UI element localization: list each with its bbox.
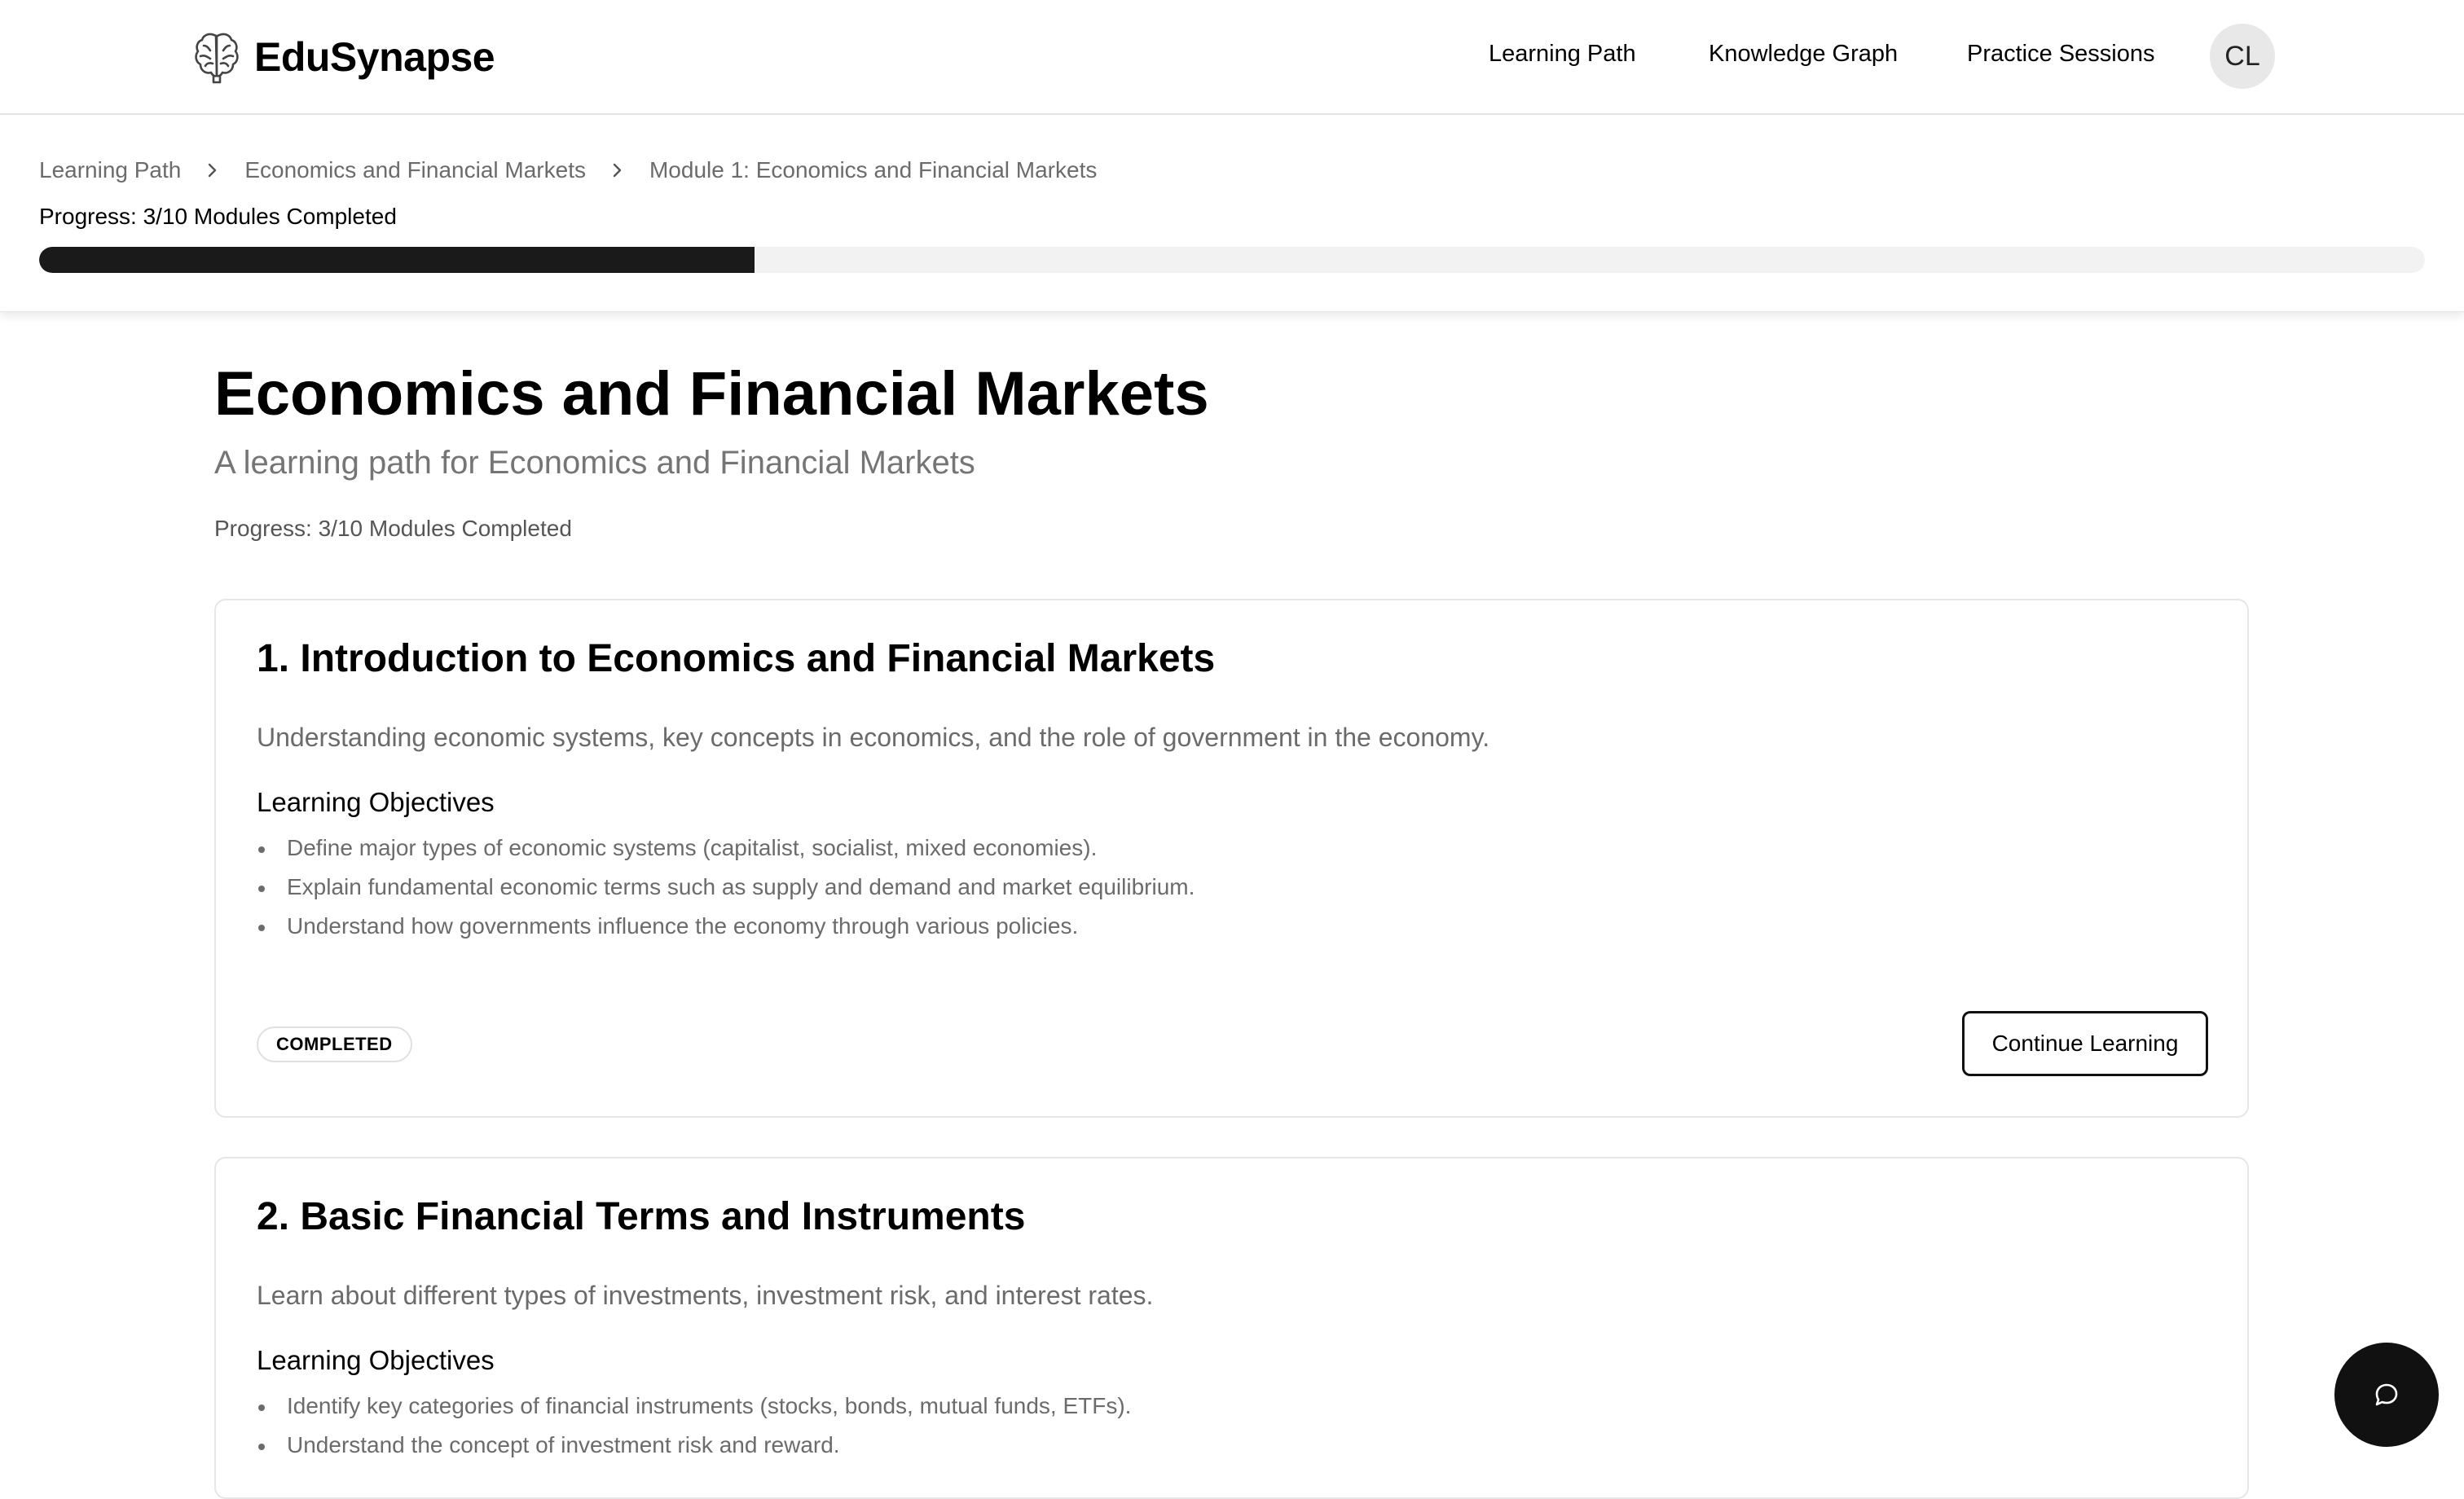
logo-text: EduSynapse [254,34,495,80]
nav-practice-sessions[interactable]: Practice Sessions [1967,41,2155,68]
objectives-list: Identify key categories of financial ins… [257,1393,1131,1471]
top-header: EduSynapse Learning Path Knowledge Graph… [0,0,2464,115]
logo[interactable]: EduSynapse [194,28,495,86]
bullet-icon [258,846,265,853]
bullet-icon [258,886,265,892]
objective-text: Understand how governments influence the… [287,913,1079,939]
objective-item: Define major types of economic systems (… [257,835,1195,874]
breadcrumb-learning-path[interactable]: Learning Path [39,157,181,183]
module-title: 1. Introduction to Economics and Financi… [257,637,1216,680]
page-title: Economics and Financial Markets [214,359,1209,429]
bullet-icon [258,1444,265,1450]
chevron-right-icon [209,163,217,178]
objective-text: Identify key categories of financial ins… [287,1393,1132,1418]
progress-bar-fill [39,247,755,273]
objective-item: Understand the concept of investment ris… [257,1432,1131,1471]
module-card: 1. Introduction to Economics and Financi… [214,599,2249,1118]
bullet-icon [258,925,265,931]
header-progress-text: Progress: 3/10 Modules Completed [39,204,397,229]
objective-item: Understand how governments influence the… [257,913,1195,952]
objectives-heading: Learning Objectives [257,1345,495,1375]
chat-button[interactable] [2334,1343,2439,1447]
continue-learning-button[interactable]: Continue Learning [1962,1011,2208,1076]
objective-text: Explain fundamental economic terms such … [287,874,1195,899]
module-description: Understanding economic systems, key conc… [257,723,1490,752]
objective-text: Define major types of economic systems (… [287,835,1098,860]
objectives-heading: Learning Objectives [257,787,495,817]
breadcrumb-course[interactable]: Economics and Financial Markets [244,157,586,183]
progress-bar [39,247,2425,273]
objectives-list: Define major types of economic systems (… [257,835,1195,952]
module-card: 2. Basic Financial Terms and Instruments… [214,1157,2249,1499]
module-title: 2. Basic Financial Terms and Instruments [257,1195,1026,1238]
nav-knowledge-graph[interactable]: Knowledge Graph [1709,41,1898,68]
status-badge: COMPLETED [257,1026,412,1062]
chat-bubble-icon [2375,1383,2398,1406]
nav-learning-path[interactable]: Learning Path [1489,41,1636,68]
chevron-right-icon [613,163,622,178]
brain-icon [195,33,239,84]
objective-text: Understand the concept of investment ris… [287,1432,840,1457]
page-subtitle: A learning path for Economics and Financ… [214,445,975,481]
module-description: Learn about different types of investmen… [257,1281,1154,1310]
user-avatar[interactable]: CL [2210,24,2275,89]
page-progress-text: Progress: 3/10 Modules Completed [214,516,572,541]
objective-item: Identify key categories of financial ins… [257,1393,1131,1432]
objective-item: Explain fundamental economic terms such … [257,874,1195,913]
breadcrumb-bar: Learning Path Economics and Financial Ma… [0,115,2464,312]
breadcrumb-current-module: Module 1: Economics and Financial Market… [649,157,1098,182]
breadcrumb: Learning Path Economics and Financial Ma… [39,157,1097,183]
bullet-icon [258,1404,265,1411]
